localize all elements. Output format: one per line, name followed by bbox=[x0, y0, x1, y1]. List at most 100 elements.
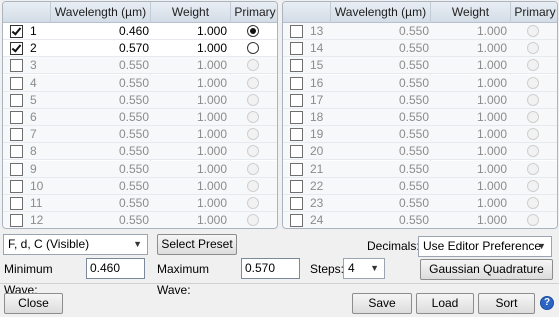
row-checkbox[interactable] bbox=[10, 214, 23, 228]
table-row[interactable]: 5 0.550 1.000 bbox=[3, 91, 277, 109]
sort-button[interactable]: Sort bbox=[478, 293, 535, 314]
row-checkbox[interactable] bbox=[10, 25, 23, 38]
weight-cell[interactable]: 1.000 bbox=[151, 126, 227, 142]
weight-cell[interactable]: 1.000 bbox=[151, 161, 227, 177]
primary-radio[interactable] bbox=[247, 128, 259, 141]
wavelength-cell[interactable]: 0.550 bbox=[51, 195, 149, 211]
header-wavelength[interactable]: Wavelength (µm) bbox=[331, 2, 431, 23]
row-checkbox[interactable] bbox=[290, 179, 303, 193]
row-checkbox[interactable] bbox=[10, 76, 23, 90]
table-row[interactable]: 15 0.550 1.000 bbox=[283, 57, 557, 75]
primary-radio[interactable] bbox=[527, 59, 539, 72]
primary-radio[interactable] bbox=[527, 111, 539, 123]
weight-cell[interactable]: 1.000 bbox=[431, 57, 507, 73]
weight-cell[interactable]: 1.000 bbox=[431, 212, 507, 228]
load-button[interactable]: Load bbox=[416, 293, 474, 314]
row-checkbox[interactable] bbox=[290, 111, 303, 124]
maximum-wave-input[interactable]: 0.570 bbox=[241, 258, 300, 279]
weight-cell[interactable]: 1.000 bbox=[151, 57, 227, 73]
row-checkbox[interactable] bbox=[10, 162, 23, 176]
primary-radio[interactable] bbox=[247, 145, 259, 158]
row-checkbox[interactable] bbox=[10, 93, 23, 107]
gaussian-quadrature-button[interactable]: Gaussian Quadrature bbox=[420, 259, 553, 280]
primary-radio[interactable] bbox=[247, 76, 259, 89]
row-checkbox[interactable] bbox=[10, 111, 23, 124]
row-checkbox[interactable] bbox=[290, 162, 303, 176]
row-checkbox[interactable] bbox=[10, 179, 23, 193]
row-checkbox[interactable] bbox=[290, 25, 303, 38]
table-row[interactable]: 4 0.550 1.000 bbox=[3, 74, 277, 92]
table-row[interactable]: 23 0.550 1.000 bbox=[283, 195, 557, 212]
weight-cell[interactable]: 1.000 bbox=[151, 143, 227, 159]
wavelength-cell[interactable]: 0.570 bbox=[51, 40, 149, 56]
primary-radio[interactable] bbox=[247, 197, 259, 209]
row-checkbox[interactable] bbox=[290, 197, 303, 210]
row-checkbox[interactable] bbox=[10, 59, 23, 73]
primary-radio[interactable] bbox=[527, 93, 539, 106]
table-row[interactable]: 19 0.550 1.000 bbox=[283, 126, 557, 144]
weight-cell[interactable]: 1.000 bbox=[151, 212, 227, 228]
table-row[interactable]: 9 0.550 1.000 bbox=[3, 160, 277, 178]
preset-select[interactable]: F, d, C (Visible) ▼ bbox=[3, 234, 148, 255]
wavelength-cell[interactable]: 0.550 bbox=[51, 161, 149, 177]
wavelength-cell[interactable]: 0.550 bbox=[331, 92, 429, 108]
weight-cell[interactable]: 1.000 bbox=[431, 23, 507, 39]
close-button[interactable]: Close bbox=[4, 293, 63, 314]
primary-radio[interactable] bbox=[527, 76, 539, 89]
primary-radio[interactable] bbox=[527, 162, 539, 175]
table-row[interactable]: 16 0.550 1.000 bbox=[283, 74, 557, 92]
wavelength-cell[interactable]: 0.550 bbox=[331, 40, 429, 56]
table-row[interactable]: 18 0.550 1.000 bbox=[283, 109, 557, 126]
primary-radio[interactable] bbox=[527, 42, 539, 55]
primary-radio[interactable] bbox=[247, 162, 259, 175]
row-checkbox[interactable] bbox=[290, 59, 303, 73]
weight-cell[interactable]: 1.000 bbox=[431, 75, 507, 91]
row-checkbox[interactable] bbox=[10, 197, 23, 210]
header-primary[interactable]: Primary bbox=[231, 2, 277, 23]
header-primary[interactable]: Primary bbox=[511, 2, 557, 23]
row-checkbox[interactable] bbox=[290, 76, 303, 90]
weight-cell[interactable]: 1.000 bbox=[151, 40, 227, 56]
table-row[interactable]: 24 0.550 1.000 bbox=[283, 212, 557, 228]
row-checkbox[interactable] bbox=[10, 145, 23, 159]
wavelength-cell[interactable]: 0.550 bbox=[331, 126, 429, 142]
row-checkbox[interactable] bbox=[290, 128, 303, 142]
primary-radio[interactable] bbox=[247, 42, 259, 55]
primary-radio[interactable] bbox=[527, 25, 539, 37]
table-row[interactable]: 13 0.550 1.000 bbox=[283, 23, 557, 40]
table-row[interactable]: 1 0.460 1.000 bbox=[3, 23, 277, 40]
wavelength-cell[interactable]: 0.550 bbox=[331, 23, 429, 39]
primary-radio[interactable] bbox=[527, 197, 539, 209]
weight-cell[interactable]: 1.000 bbox=[431, 109, 507, 125]
wavelength-cell[interactable]: 0.550 bbox=[331, 143, 429, 159]
table-row[interactable]: 12 0.550 1.000 bbox=[3, 212, 277, 228]
row-checkbox[interactable] bbox=[290, 214, 303, 228]
primary-radio[interactable] bbox=[247, 214, 259, 227]
weight-cell[interactable]: 1.000 bbox=[431, 126, 507, 142]
wavelength-cell[interactable]: 0.550 bbox=[51, 92, 149, 108]
weight-cell[interactable]: 1.000 bbox=[151, 109, 227, 125]
weight-cell[interactable]: 1.000 bbox=[431, 161, 507, 177]
wavelength-cell[interactable]: 0.460 bbox=[51, 23, 149, 39]
primary-radio[interactable] bbox=[527, 214, 539, 227]
primary-radio[interactable] bbox=[247, 93, 259, 106]
table-row[interactable]: 11 0.550 1.000 bbox=[3, 195, 277, 212]
table-row[interactable]: 10 0.550 1.000 bbox=[3, 177, 277, 195]
table-row[interactable]: 22 0.550 1.000 bbox=[283, 177, 557, 195]
primary-radio[interactable] bbox=[527, 145, 539, 158]
wavelength-cell[interactable]: 0.550 bbox=[331, 212, 429, 228]
weight-cell[interactable]: 1.000 bbox=[151, 195, 227, 211]
row-checkbox[interactable] bbox=[10, 42, 23, 56]
table-row[interactable]: 7 0.550 1.000 bbox=[3, 126, 277, 144]
wavelength-cell[interactable]: 0.550 bbox=[51, 143, 149, 159]
weight-cell[interactable]: 1.000 bbox=[431, 143, 507, 159]
save-button[interactable]: Save bbox=[352, 293, 412, 314]
table-row[interactable]: 21 0.550 1.000 bbox=[283, 160, 557, 178]
header-weight[interactable]: Weight bbox=[431, 2, 511, 23]
wavelength-cell[interactable]: 0.550 bbox=[51, 75, 149, 91]
weight-cell[interactable]: 1.000 bbox=[431, 92, 507, 108]
wavelength-cell[interactable]: 0.550 bbox=[51, 212, 149, 228]
weight-cell[interactable]: 1.000 bbox=[431, 178, 507, 194]
header-weight[interactable]: Weight bbox=[151, 2, 231, 23]
primary-radio[interactable] bbox=[247, 59, 259, 72]
